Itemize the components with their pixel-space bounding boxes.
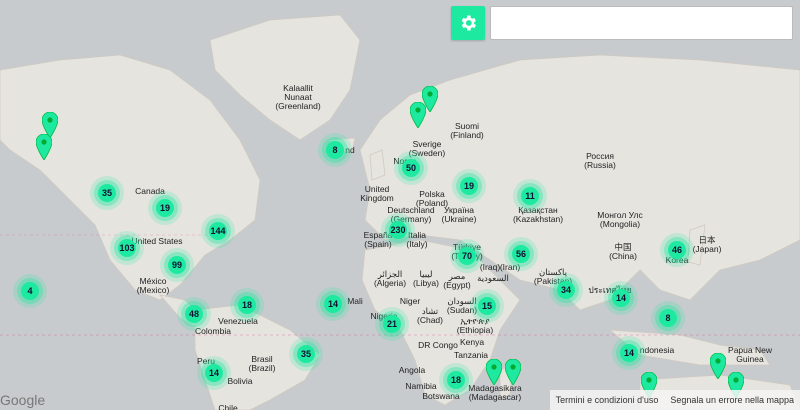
country-label-chile: Chile bbox=[218, 403, 238, 410]
cluster-marker-se-asia[interactable]: 14 bbox=[604, 281, 638, 315]
country-label-algeria: الجزائر (Algeria) bbox=[373, 269, 407, 288]
cluster-count: 56 bbox=[515, 249, 526, 259]
cluster-marker-iran[interactable]: 56 bbox=[504, 237, 538, 271]
cluster-count: 230 bbox=[390, 225, 406, 235]
map-pin-alaska-2[interactable] bbox=[35, 133, 53, 161]
country-label-drc: DR Congo bbox=[418, 340, 458, 350]
settings-button[interactable] bbox=[451, 6, 485, 40]
cluster-marker-southern-africa[interactable]: 18 bbox=[439, 363, 473, 397]
country-label-namibia: Namibia bbox=[405, 381, 437, 391]
pin-icon bbox=[35, 133, 53, 161]
map-footer: Termini e condizioni d'uso Segnala un er… bbox=[549, 390, 800, 410]
cluster-marker-venezuela[interactable]: 18 bbox=[230, 288, 264, 322]
pin-icon bbox=[504, 358, 522, 386]
pin-icon bbox=[485, 358, 503, 386]
cluster-count: 14 bbox=[327, 299, 338, 309]
cluster-marker-atlantic[interactable]: 14 bbox=[316, 287, 350, 321]
cluster-marker-brazil[interactable]: 35 bbox=[289, 337, 323, 371]
country-label-libya: ليبيا (Libya) bbox=[413, 269, 439, 288]
cluster-marker-peru[interactable]: 14 bbox=[197, 356, 231, 390]
country-label-tanzania: Tanzania bbox=[453, 350, 489, 360]
cluster-count: 103 bbox=[119, 243, 135, 253]
country-label-brasil: Brasil (Brazil) bbox=[248, 354, 276, 373]
cluster-marker-india[interactable]: 34 bbox=[549, 273, 583, 307]
cluster-marker-central-america[interactable]: 48 bbox=[177, 297, 211, 331]
cluster-count: 21 bbox=[386, 319, 397, 329]
pin-icon bbox=[409, 101, 427, 129]
country-label-niger: Niger bbox=[399, 296, 421, 306]
cluster-count: 14 bbox=[623, 348, 634, 358]
map-pin-madagascar-1[interactable] bbox=[485, 358, 503, 386]
google-logo: Google bbox=[0, 392, 46, 408]
country-label-china: 中国 (China) bbox=[609, 242, 637, 261]
cluster-count: 19 bbox=[159, 203, 170, 213]
country-label-russia: Россия (Russia) bbox=[584, 151, 616, 170]
cluster-count: 48 bbox=[188, 309, 199, 319]
cluster-marker-us-east[interactable]: 144 bbox=[201, 214, 235, 248]
country-label-finland: Suomi (Finland) bbox=[450, 121, 484, 140]
gear-icon bbox=[461, 15, 476, 31]
cluster-count: 46 bbox=[671, 245, 682, 255]
cluster-count: 144 bbox=[210, 226, 226, 236]
country-label-angola: Angola bbox=[398, 365, 426, 375]
country-label-madagascar: Madagasikara (Madagascar) bbox=[468, 383, 522, 402]
cluster-count: 18 bbox=[241, 300, 252, 310]
cluster-count: 70 bbox=[461, 251, 472, 261]
search-input[interactable] bbox=[490, 6, 793, 40]
map-pin-madagascar-2[interactable] bbox=[504, 358, 522, 386]
cluster-marker-us-central[interactable]: 103 bbox=[110, 231, 144, 265]
cluster-marker-alaska-left[interactable]: 4 bbox=[13, 274, 47, 308]
cluster-count: 35 bbox=[300, 349, 311, 359]
cluster-count: 35 bbox=[101, 188, 112, 198]
cluster-marker-japan[interactable]: 46 bbox=[660, 233, 694, 267]
cluster-marker-philippines[interactable]: 8 bbox=[651, 301, 685, 335]
pin-icon bbox=[709, 352, 727, 380]
cluster-count: 34 bbox=[560, 285, 571, 295]
cluster-count: 99 bbox=[171, 260, 182, 270]
cluster-count: 14 bbox=[615, 293, 626, 303]
country-label-mongolia: Монгол Улс (Mongolia) bbox=[597, 210, 643, 229]
map-pin-scandinavia-2[interactable] bbox=[409, 101, 427, 129]
cluster-marker-uk[interactable]: 50 bbox=[394, 151, 428, 185]
cluster-count: 19 bbox=[463, 181, 474, 191]
cluster-marker-canada-west[interactable]: 35 bbox=[90, 176, 124, 210]
terms-link[interactable]: Termini e condizioni d'uso bbox=[556, 395, 659, 405]
report-error-link[interactable]: Segnala un errore nella mappa bbox=[670, 395, 794, 405]
cluster-marker-nigeria[interactable]: 21 bbox=[375, 307, 409, 341]
cluster-count: 18 bbox=[450, 375, 461, 385]
country-label-chad: تشاد (Chad) bbox=[417, 306, 443, 325]
cluster-marker-europe[interactable]: 230 bbox=[381, 213, 415, 247]
map-pin-png-1[interactable] bbox=[709, 352, 727, 380]
country-label-saudi: السعودية bbox=[477, 273, 509, 283]
country-label-egypt: مصر (Egypt) bbox=[443, 271, 471, 290]
cluster-marker-iceland[interactable]: 8 bbox=[318, 133, 352, 167]
cluster-marker-canada-central[interactable]: 19 bbox=[148, 191, 182, 225]
cluster-marker-us-south[interactable]: 99 bbox=[160, 248, 194, 282]
country-label-japan: 日本 (Japan) bbox=[692, 235, 722, 254]
cluster-count: 8 bbox=[332, 145, 338, 155]
world-map[interactable]: Kalaallit Nunaat (Greenland) Suomi (Finland)… bbox=[0, 0, 800, 410]
cluster-marker-indonesia[interactable]: 14 bbox=[612, 336, 646, 370]
cluster-marker-russia-west[interactable]: 19 bbox=[452, 169, 486, 203]
cluster-marker-middle-east[interactable]: 70 bbox=[450, 239, 484, 273]
cluster-count: 11 bbox=[525, 191, 535, 201]
cluster-count: 14 bbox=[208, 368, 219, 378]
country-label-bolivia: Bolivia bbox=[227, 376, 253, 386]
cluster-count: 50 bbox=[405, 163, 416, 173]
cluster-marker-kazakhstan[interactable]: 11 bbox=[513, 179, 547, 213]
country-label-ukraine: Україна (Ukraine) bbox=[441, 205, 477, 224]
country-label-greenland: Kalaallit Nunaat (Greenland) bbox=[275, 83, 321, 111]
country-label-png: Papua New Guinea bbox=[728, 345, 772, 364]
cluster-count: 8 bbox=[665, 313, 671, 323]
cluster-count: 15 bbox=[481, 301, 492, 311]
cluster-count: 4 bbox=[27, 286, 33, 296]
cluster-marker-east-africa[interactable]: 15 bbox=[470, 289, 504, 323]
country-label-uk: United Kingdom bbox=[360, 184, 394, 203]
country-label-kenya: Kenya bbox=[459, 337, 485, 347]
